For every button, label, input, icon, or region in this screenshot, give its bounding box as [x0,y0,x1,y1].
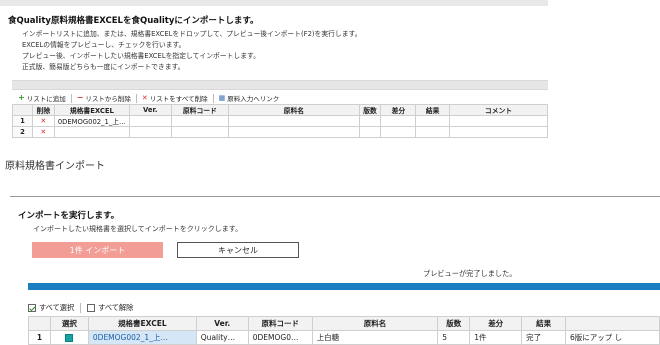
file-cell[interactable] [53,126,130,138]
import-button[interactable]: 1件 インポート [32,242,163,258]
grid-header-row: 削除 規格書EXCEL Ver. 原料コード 原料名 版数 差分 結果 コメント [12,104,548,116]
row-number: 1 [28,330,51,345]
column-header[interactable]: Ver. [195,316,249,331]
add-to-list-button[interactable]: + リストに追加 [18,93,66,104]
link-icon: ▦ [218,94,226,102]
remove-all-button[interactable]: ✕ リストをすべて削除 [142,93,208,103]
delete-row-icon[interactable]: ✕ [31,126,55,138]
column-header[interactable]: コメント [449,104,548,116]
edition-cell [358,115,382,127]
column-header[interactable]: Ver. [128,104,172,116]
file-cell[interactable]: 0DEMOG002_1_上… [53,115,130,127]
result-cell [415,126,450,138]
column-header[interactable]: 結果 [415,104,450,116]
row-number-header [12,104,33,116]
ver-cell: Quality… [195,330,249,345]
deselect-all-button[interactable]: すべて解除 [87,303,133,313]
panel-title: 食Quality原料規格書EXCELを食Qualityにインポートします。 [8,16,259,26]
diff-cell [380,115,417,127]
column-header[interactable]: 規格書EXCEL [53,104,130,116]
row-number-header [28,316,51,331]
edition-cell [358,126,382,138]
execution-subtitle: インポートしたい規格書を選択してインポートをクリックします。 [33,225,243,233]
instruction-line-4: 正式版、簡易版どちらも一度にインポートできます。 [22,63,185,71]
column-header[interactable]: 版数 [358,104,382,116]
grid-header-row: 選択 規格書EXCEL Ver. 原料コード 原料名 版数 差分 結果 [28,316,660,331]
column-header[interactable]: 規格書EXCEL [87,316,197,331]
note-cell: 6版にアップ し [565,330,660,345]
instruction-line-3: プレビュー後、インポートしたい規格書EXCELを指定してインポートします。 [22,52,260,60]
edition-cell: 5 [437,330,471,345]
minus-icon: − [76,93,84,102]
column-header[interactable]: 結果 [521,316,567,331]
table-row[interactable]: 1 0DEMOG002_1_上… Quality… 0DEMOG0… 上白糖 5… [28,330,660,345]
instruction-line-2: EXCELの情報をプレビューし、チェックを行います。 [22,41,186,49]
column-header[interactable]: 差分 [469,316,523,331]
selection-toolbar: すべて選択 すべて解除 [28,302,133,314]
toolbar-divider [80,303,82,313]
column-header[interactable]: 削除 [31,104,55,116]
ver-cell [128,115,172,127]
diff-cell: 1件 [469,330,523,345]
select-all-button[interactable]: すべて選択 [28,303,74,313]
diff-cell [380,126,417,138]
checkbox-empty-icon [87,304,96,312]
code-cell: 0DEMOG0… [247,330,313,345]
excel-import-info-panel: 食Quality原料規格書EXCELを食Qualityにインポートします。 イン… [0,0,548,143]
plus-icon: + [18,93,25,102]
column-header[interactable]: 原料コード [247,316,313,331]
toolbar-divider [212,93,214,103]
code-cell [170,126,230,138]
row-number: 2 [12,126,33,138]
page-title: 原料規格書インポート [5,161,105,172]
comment-cell [449,126,548,138]
column-header[interactable]: 原料コード [170,104,230,116]
preview-progress-bar [28,283,660,290]
material-link-label: 原料入力へリンク [227,95,280,103]
checkbox-checked-icon [28,304,36,312]
instruction-line-1: インポートリストに追加、または、規格書EXCELをドロップして、プレビュー後イン… [22,30,362,38]
name-cell [228,126,360,138]
import-list-grid: 削除 規格書EXCEL Ver. 原料コード 原料名 版数 差分 結果 コメント… [12,104,548,138]
x-icon: ✕ [141,94,148,102]
toolbar-divider [70,93,72,103]
remove-from-list-label: リストから削除 [85,95,131,103]
table-row[interactable]: 2 ✕ [12,126,548,138]
execution-title: インポートを実行します。 [18,211,120,221]
result-cell [415,115,450,127]
name-cell [228,115,360,127]
table-row[interactable]: 1 ✕ 0DEMOG002_1_上… [12,115,548,127]
column-header[interactable]: 版数 [437,316,471,331]
checkbox-checked-icon [65,334,74,342]
add-to-list-label: リストに追加 [26,95,66,103]
column-header[interactable]: 選択 [49,316,89,331]
preview-result-grid: 選択 規格書EXCEL Ver. 原料コード 原料名 版数 差分 結果 1 0D… [28,316,660,345]
remove-from-list-button[interactable]: − リストから削除 [76,93,131,104]
delete-row-icon[interactable]: ✕ [31,115,55,127]
comment-cell [449,115,548,127]
panel-top-border [0,0,548,6]
deselect-all-label: すべて解除 [98,303,134,312]
row-select-checkbox[interactable] [49,330,89,345]
file-cell[interactable]: 0DEMOG002_1_上… [87,330,197,345]
row-number: 1 [12,115,33,127]
ver-cell [128,126,172,138]
column-header [565,316,660,331]
remove-all-label: リストをすべて削除 [149,95,208,103]
list-toolbar: + リストに追加 − リストから削除 ✕ リストをすべて削除 ▦ 原料入力へリン… [18,93,279,103]
result-cell: 完了 [521,330,567,345]
select-all-label: すべて選択 [39,303,75,312]
column-header[interactable]: 差分 [380,104,417,116]
name-cell: 上白糖 [311,330,439,345]
toolbar-divider [135,93,137,103]
code-cell [170,115,230,127]
column-header[interactable]: 原料名 [228,104,360,116]
cancel-button[interactable]: キャンセル [177,242,299,258]
drop-area-bar [12,80,548,90]
material-link-button[interactable]: ▦ 原料入力へリンク [219,93,280,103]
column-header[interactable]: 原料名 [311,316,439,331]
preview-status-text: プレビューが完了しました。 [423,269,517,278]
